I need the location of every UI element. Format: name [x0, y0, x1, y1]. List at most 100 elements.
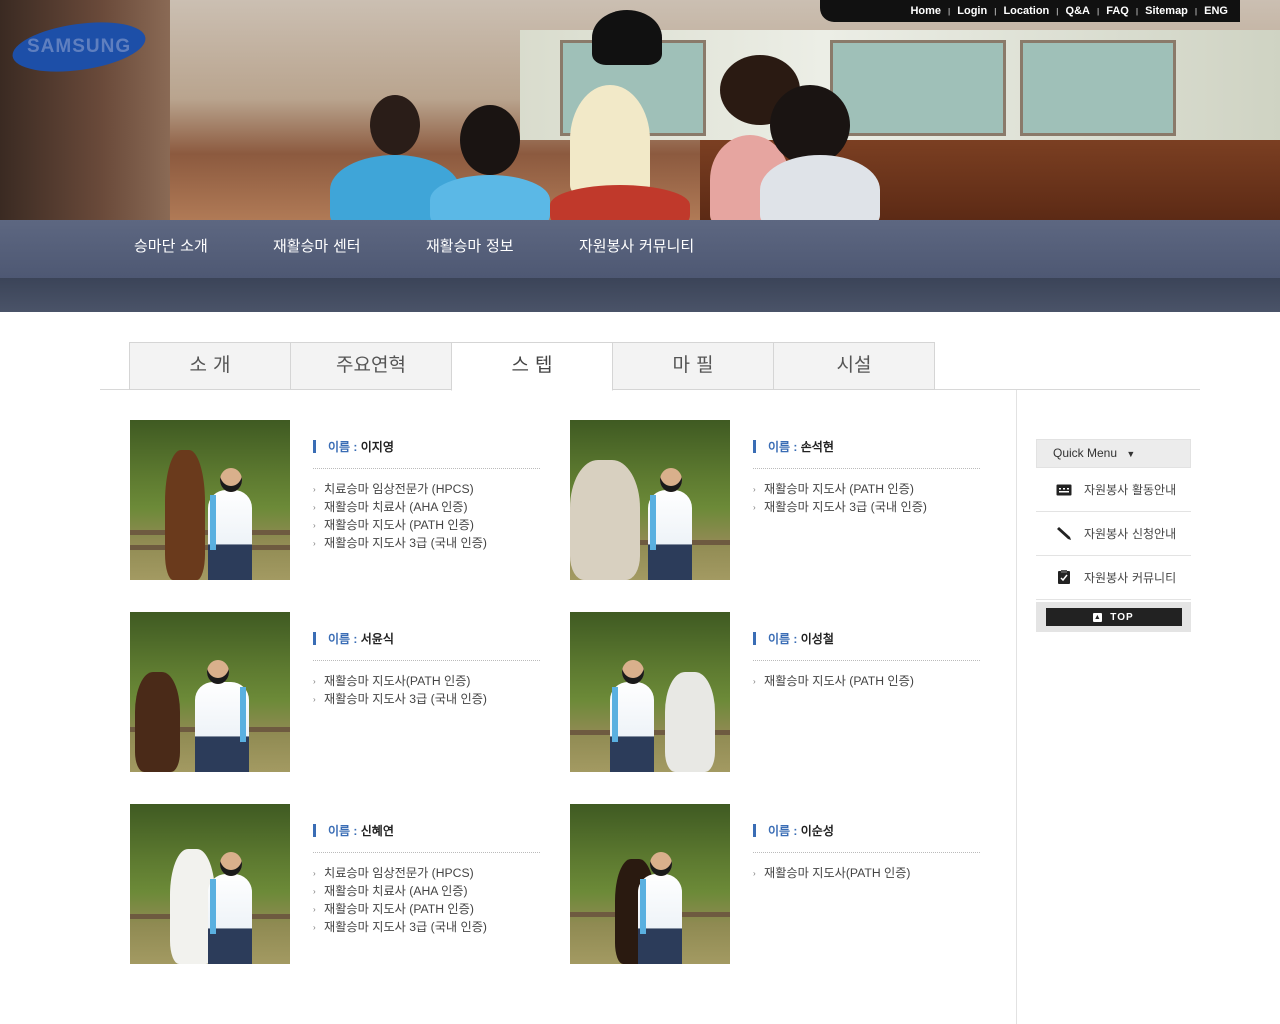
name-label: 이름 :	[768, 824, 801, 838]
qualification-list: › 재활승마 지도사 (PATH 인증)	[753, 672, 914, 690]
staff-name: 손석현	[800, 440, 834, 454]
staff-name: 신혜연	[360, 824, 394, 838]
quick-menu-label: 자원봉사 신청안내	[1084, 527, 1177, 541]
quick-menu-label: 자원봉사 활동안내	[1084, 483, 1177, 497]
qualification-item: › 재활승마 치료사 (AHA 인증)	[313, 884, 468, 898]
scroll-top-button[interactable]: ▲ TOP	[1045, 608, 1182, 626]
tab-horses[interactable]: 마 필	[612, 342, 774, 390]
top-link-home[interactable]: Home	[910, 5, 941, 17]
dotted-divider	[753, 660, 980, 661]
qualification-list: › 재활승마 지도사(PATH 인증) › 재활승마 지도사 3급 (국내 인증)	[313, 672, 487, 708]
qualification-item: › 재활승마 지도사(PATH 인증)	[753, 866, 911, 880]
logo-text: SAMSUNG	[26, 36, 132, 57]
main-nav-item-about[interactable]: 승마단 소개	[134, 220, 208, 278]
checklist-icon	[1056, 570, 1072, 585]
separator: |	[948, 6, 951, 16]
tab-facilities[interactable]: 시설	[773, 342, 935, 390]
qualification-item: › 재활승마 지도사 3급 (국내 인증)	[313, 692, 487, 706]
top-link-sitemap[interactable]: Sitemap	[1145, 5, 1188, 17]
content-divider	[1016, 390, 1017, 1024]
qualification-item: › 재활승마 지도사 3급 (국내 인증)	[313, 920, 487, 934]
qualification-item: › 재활승마 지도사 (PATH 인증)	[313, 902, 474, 916]
staff-photo	[570, 804, 730, 964]
dotted-divider	[313, 660, 540, 661]
staff-card: 이름 : 이순성 › 재활승마 지도사(PATH 인증)	[570, 804, 990, 969]
hero-photo-people	[330, 5, 890, 220]
section-tabs: 소 개 주요연혁 스 텝 마 필 시설	[129, 342, 935, 391]
staff-photo	[570, 420, 730, 580]
main-nav-item-rehab-center[interactable]: 재활승마 센터	[273, 220, 361, 278]
quick-menu-toggle[interactable]: Quick Menu ▼	[1036, 439, 1191, 468]
qualification-item: › 치료승마 임상전문가 (HPCS)	[313, 866, 474, 880]
qualification-item: › 치료승마 임상전문가 (HPCS)	[313, 482, 474, 496]
quick-menu-title: Quick Menu	[1053, 446, 1118, 460]
main-nav: 승마단 소개 재활승마 센터 재활승마 정보 자원봉사 커뮤니티	[0, 220, 1280, 278]
quick-menu-item-volunteer-community[interactable]: 자원봉사 커뮤니티	[1036, 556, 1191, 600]
staff-name: 이성철	[800, 632, 834, 646]
staff-name: 이지영	[360, 440, 394, 454]
caret-down-icon: ▼	[1126, 449, 1136, 459]
top-utility-nav: Home | Login | Location | Q&A | FAQ | Sitemap…	[820, 0, 1240, 22]
staff-name-row: 이름 : 손석현	[753, 438, 834, 455]
top-link-login[interactable]: Login	[957, 5, 987, 17]
separator: |	[994, 6, 997, 16]
separator: |	[1096, 6, 1100, 16]
pen-icon	[1056, 526, 1072, 541]
top-button-wrap: ▲ TOP	[1036, 602, 1191, 632]
staff-card: 이름 : 서윤식 › 재활승마 지도사(PATH 인증) › 재활승마 지도사 3급…	[130, 612, 550, 777]
qualification-item: › 재활승마 지도사 (PATH 인증)	[753, 674, 914, 688]
qualification-list: › 재활승마 지도사 (PATH 인증) › 재활승마 지도사 3급 (국내 인증)	[753, 480, 927, 516]
name-label: 이름 :	[768, 632, 801, 646]
top-link-eng[interactable]: ENG	[1204, 5, 1228, 17]
staff-name-row: 이름 : 이성철	[753, 630, 834, 647]
staff-name-row: 이름 : 서윤식	[313, 630, 394, 647]
quick-menu-item-volunteer-apply[interactable]: 자원봉사 신청안내	[1036, 512, 1191, 556]
separator: |	[1056, 6, 1059, 16]
top-link-faq[interactable]: FAQ	[1106, 5, 1129, 17]
sub-nav-bar	[0, 278, 1280, 312]
staff-card: 이름 : 손석현 › 재활승마 지도사 (PATH 인증) › 재활승마 지도사 3…	[570, 420, 990, 585]
keyboard-icon	[1056, 483, 1072, 497]
top-label: TOP	[1110, 611, 1134, 623]
staff-card: 이름 : 신혜연 › 치료승마 임상전문가 (HPCS) › 재활승마 치료사 (A…	[130, 804, 550, 969]
dotted-divider	[753, 468, 980, 469]
qualification-item: › 재활승마 치료사 (AHA 인증)	[313, 500, 468, 514]
quick-menu-label: 자원봉사 커뮤니티	[1084, 571, 1177, 585]
top-link-qna[interactable]: Q&A	[1066, 5, 1090, 17]
dotted-divider	[753, 852, 980, 853]
staff-photo	[130, 804, 290, 964]
tab-history[interactable]: 주요연혁	[290, 342, 452, 390]
qualification-item: › 재활승마 지도사 (PATH 인증)	[313, 518, 474, 532]
qualification-item: › 재활승마 지도사 3급 (국내 인증)	[313, 536, 487, 550]
staff-name-row: 이름 : 이지영	[313, 438, 394, 455]
quick-menu-item-volunteer-activity[interactable]: 자원봉사 활동안내	[1036, 468, 1191, 512]
staff-name-row: 이름 : 이순성	[753, 822, 834, 839]
top-link-location[interactable]: Location	[1003, 5, 1049, 17]
staff-card: 이름 : 이성철 › 재활승마 지도사 (PATH 인증)	[570, 612, 990, 777]
quick-menu: Quick Menu ▼ 자원봉사 활동안내 자원봉사 신청안내 자원봉사 커뮤…	[1036, 439, 1191, 632]
name-label: 이름 :	[328, 632, 361, 646]
staff-name-row: 이름 : 신혜연	[313, 822, 394, 839]
staff-photo	[570, 612, 730, 772]
separator: |	[1135, 6, 1139, 16]
main-nav-item-rehab-info[interactable]: 재활승마 정보	[426, 220, 514, 278]
qualification-item: › 재활승마 지도사 3급 (국내 인증)	[753, 500, 927, 514]
hero-banner: Home | Login | Location | Q&A | FAQ | Sitemap…	[0, 0, 1280, 220]
tab-staff[interactable]: 스 텝	[451, 342, 613, 391]
separator: |	[1194, 6, 1198, 16]
qualification-item: › 재활승마 지도사(PATH 인증)	[313, 674, 471, 688]
staff-photo	[130, 612, 290, 772]
qualification-list: › 치료승마 임상전문가 (HPCS) › 재활승마 치료사 (AHA 인증) › 재…	[313, 480, 487, 552]
staff-photo	[130, 420, 290, 580]
name-label: 이름 :	[768, 440, 801, 454]
main-nav-item-volunteer[interactable]: 자원봉사 커뮤니티	[579, 220, 694, 278]
staff-name: 이순성	[800, 824, 834, 838]
tab-intro[interactable]: 소 개	[129, 342, 291, 390]
staff-card: 이름 : 이지영 › 치료승마 임상전문가 (HPCS) › 재활승마 치료사 (A…	[130, 420, 550, 585]
qualification-item: › 재활승마 지도사 (PATH 인증)	[753, 482, 914, 496]
dotted-divider	[313, 852, 540, 853]
arrow-up-icon: ▲	[1093, 612, 1103, 622]
name-label: 이름 :	[328, 824, 361, 838]
dotted-divider	[313, 468, 540, 469]
name-label: 이름 :	[328, 440, 361, 454]
